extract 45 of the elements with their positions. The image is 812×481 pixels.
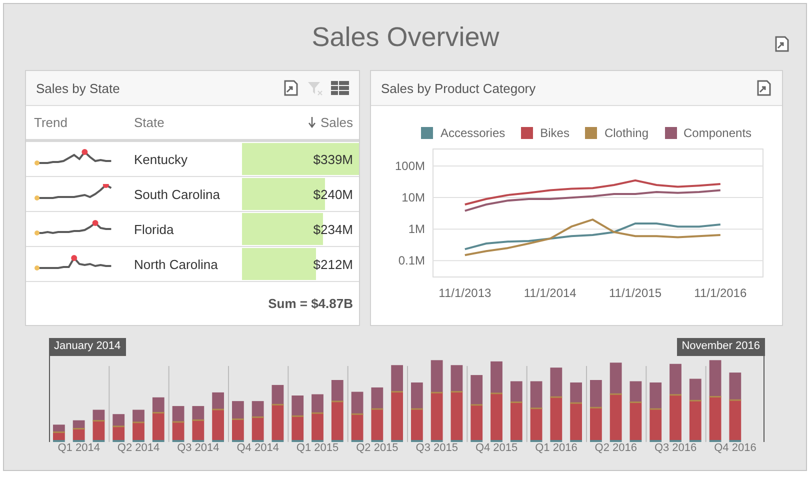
grid-icon[interactable] <box>331 81 349 95</box>
quarter-label: Q3 2016 <box>653 442 698 454</box>
quarter-label: Q4 2014 <box>236 442 280 454</box>
sum-total: Sum = $4.87B <box>268 296 353 311</box>
range-end-label[interactable]: November 2016 <box>676 338 765 356</box>
sales-value: $234M <box>313 222 354 236</box>
legend-label: Components <box>684 126 752 140</box>
panel-title: Sales by State <box>36 80 121 96</box>
axis-label: 1M <box>408 222 425 236</box>
dashboard-title: Sales Overview <box>312 22 500 52</box>
sales-value: $339M <box>313 152 354 166</box>
quarter-label: Q3 2015 <box>414 442 459 454</box>
state-cell-text: North Carolina <box>133 256 219 272</box>
axis-label: 100M <box>394 159 425 174</box>
export-icon[interactable] <box>774 36 790 52</box>
legend-label: Bikes <box>540 126 570 140</box>
export-icon[interactable] <box>283 80 299 96</box>
axis-label: 10M <box>402 190 425 205</box>
quarter-label: Q4 2015 <box>474 442 519 454</box>
panel-title: Sales by Product Category <box>381 80 537 96</box>
state-cell-text: Florida <box>133 222 175 236</box>
legend-label: Accessories <box>440 126 506 140</box>
quarter-label: Q4 2016 <box>713 442 758 454</box>
state-cell-text: South Carolina <box>133 186 221 202</box>
axis-label: 11/1/2016 <box>694 286 747 300</box>
quarter-label: Q2 2016 <box>594 442 638 454</box>
axis-label: 11/1/2013 <box>438 286 492 300</box>
column-header[interactable]: Trend <box>34 115 68 130</box>
quarter-label: Q1 2014 <box>56 442 101 454</box>
quarter-label: Q3 2014 <box>176 442 220 454</box>
sales-value: $212M <box>313 256 354 272</box>
column-header[interactable]: State <box>134 115 164 130</box>
export-icon[interactable] <box>756 80 772 96</box>
axis-label: 11/1/2014 <box>524 286 576 300</box>
quarter-label: Q2 2014 <box>116 442 161 454</box>
quarter-label: Q1 2015 <box>295 442 340 454</box>
column-header[interactable]: Sales <box>320 115 353 130</box>
axis-label: 0.1M <box>398 254 425 268</box>
state-cell-text: Kentucky <box>133 152 188 166</box>
sales-value: $240M <box>313 186 354 202</box>
axis-label: 11/1/2015 <box>609 286 662 300</box>
range-start-label[interactable]: January 2014 <box>49 338 126 356</box>
quarter-label: Q2 2015 <box>355 442 400 454</box>
quarter-label: Q1 2016 <box>534 442 578 454</box>
legend-label: Clothing <box>604 126 648 140</box>
